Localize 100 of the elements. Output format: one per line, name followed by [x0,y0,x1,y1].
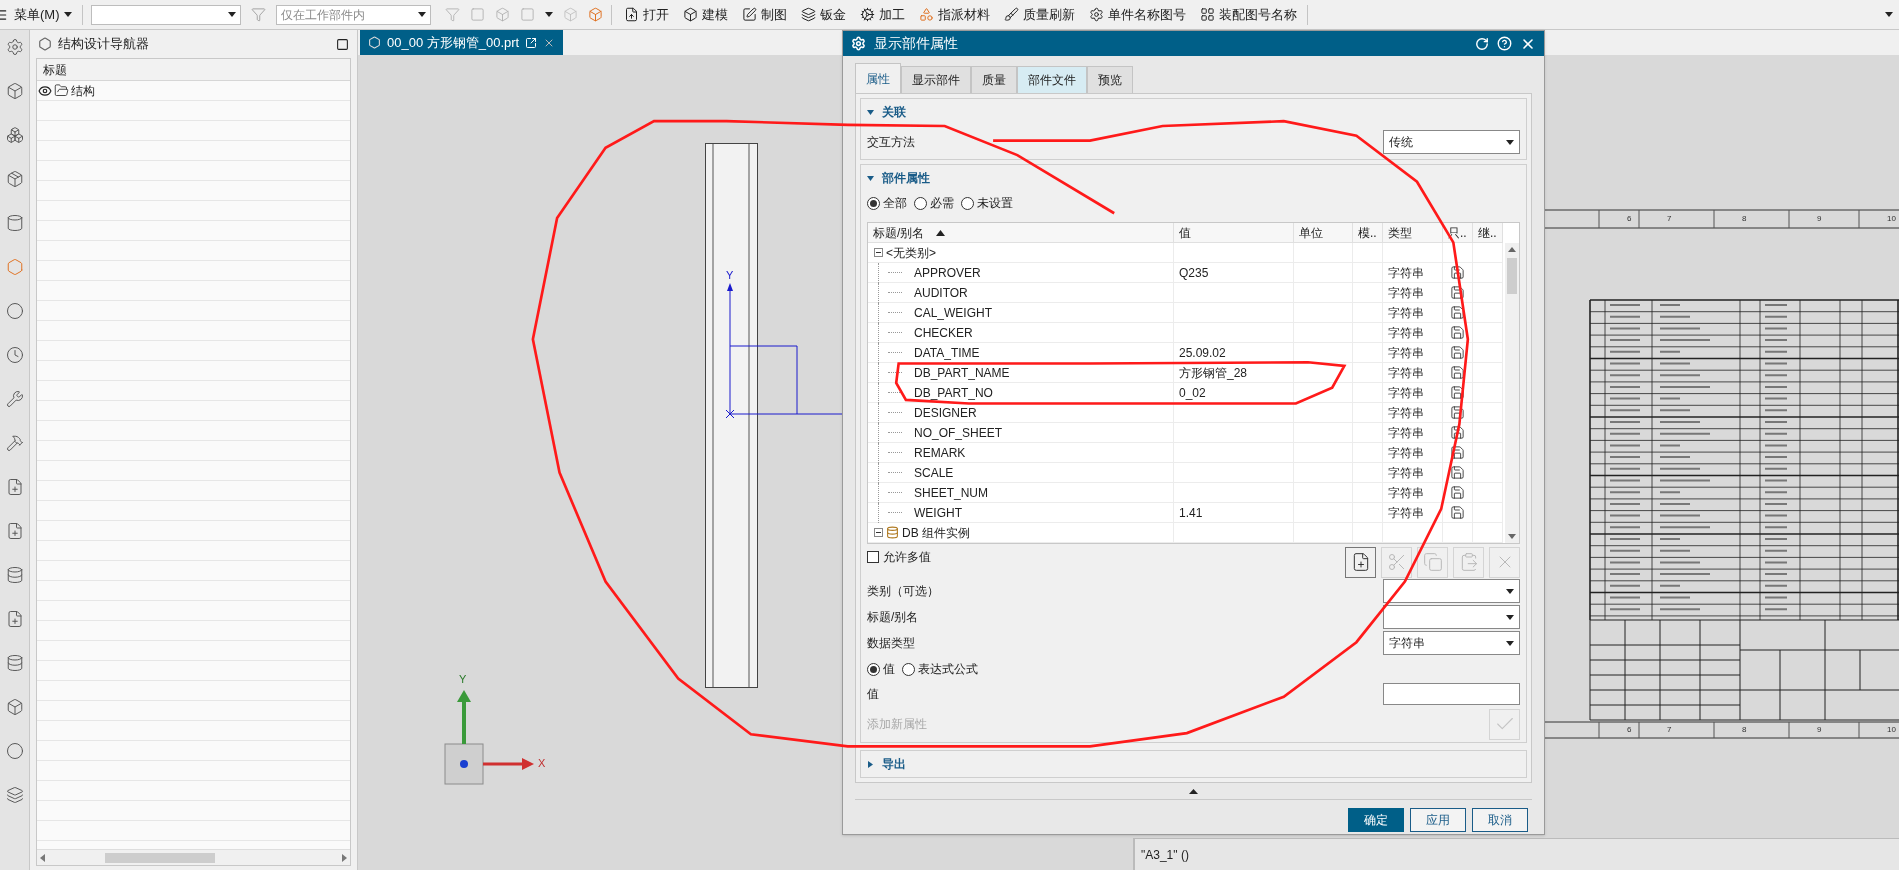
toolbar-button[interactable]: 单件名称图号 [1084,2,1190,27]
database-icon[interactable] [5,654,24,672]
radio-button[interactable] [867,662,880,676]
dropdown[interactable] [1383,579,1520,603]
group-label[interactable]: <无类别> [886,243,936,262]
maximize-icon[interactable] [336,37,349,51]
layers-icon[interactable] [5,786,24,804]
dialog-tab[interactable]: 质量 [971,66,1017,93]
cylinder-icon[interactable] [5,214,24,232]
column-header[interactable]: 类型 [1383,223,1443,243]
radio-button[interactable] [867,196,880,210]
reset-icon[interactable] [1475,36,1489,51]
layers-icon [800,7,816,22]
add-attribute-label: 添加新属性 [867,716,927,733]
dialog-button[interactable]: 确定 [1348,808,1404,832]
attribute-name[interactable]: REMARK [914,443,966,462]
file-plus-icon[interactable] [5,522,24,540]
column-header[interactable]: 继.. [1473,223,1503,243]
toolbar-button[interactable]: 指派材料 [914,2,994,27]
attribute-name[interactable]: AUDITOR [914,283,968,302]
toolbar-button[interactable]: 质量刷新 [999,2,1079,27]
toolbar-button[interactable]: 装配图号名称 [1195,2,1301,27]
column-header[interactable]: 值 [1174,223,1294,243]
dialog-button[interactable]: 取消 [1472,808,1528,832]
file-plus-icon[interactable] [5,478,24,496]
radio-label[interactable]: 全部 [883,194,907,212]
section-title[interactable]: 导出 [882,755,906,773]
attribute-name[interactable]: NO_OF_SHEET [914,423,1003,442]
dialog-tab[interactable]: 属性 [855,63,901,93]
toolbar-button[interactable]: 制图 [737,2,791,27]
floppy-icon [1450,505,1465,520]
cube-icon[interactable] [587,7,603,22]
circle-icon[interactable] [5,302,24,320]
dropdown[interactable] [1383,605,1520,629]
checkbox[interactable] [867,551,879,563]
circle-icon[interactable] [5,742,24,760]
radio-button[interactable] [914,196,927,210]
attribute-name[interactable]: DB_PART_NAME [914,363,1010,382]
toolbar-button[interactable]: 加工 [855,2,909,27]
attribute-name[interactable]: DESIGNER [914,403,977,422]
dialog-button[interactable]: 应用 [1410,808,1466,832]
wrench-icon[interactable] [5,390,24,408]
section-title[interactable]: 关联 [882,103,906,121]
settings-icon[interactable] [5,38,24,56]
boxes-icon[interactable] [5,126,24,144]
document-tab[interactable]: 00_00 方形钢管_00.prt [360,30,564,55]
dialog-tab[interactable]: 部件文件 [1017,66,1087,93]
collapse-icon[interactable] [874,528,883,537]
cube-icon[interactable] [5,698,24,716]
database-icon [886,526,899,539]
radio-button[interactable] [961,196,974,210]
collapse-icon[interactable] [867,108,874,116]
group-label[interactable]: DB 组件实例 [902,523,970,542]
menu-button[interactable]: 菜单(M) [12,2,74,27]
vertical-scrollbar[interactable] [1505,243,1519,543]
new-file-button[interactable] [1345,546,1376,578]
column-header[interactable]: 标题 [43,60,67,79]
radio-label[interactable]: 值 [883,660,895,678]
database-icon[interactable] [5,566,24,584]
attribute-name[interactable]: DATA_TIME [914,343,980,362]
attribute-name[interactable]: SCALE [914,463,954,482]
dialog-tab[interactable]: 显示部件 [901,66,971,93]
attribute-name[interactable]: DB_PART_NO [914,383,993,402]
radio-label[interactable]: 必需 [930,194,954,212]
scope-dropdown[interactable]: 仅在工作部件内 [275,4,431,25]
attribute-value: Q235 [1179,264,1209,282]
column-header[interactable]: 标题/别名 [868,223,1174,243]
toolbar-button[interactable]: 钣金 [796,2,850,27]
toolbar-button[interactable]: 建模 [678,2,732,27]
collapse-icon[interactable] [1189,788,1198,794]
column-header[interactable]: 单位 [1294,223,1353,243]
attribute-name[interactable]: CHECKER [914,323,973,342]
clock-icon[interactable] [5,346,24,364]
dialog-tab[interactable]: 预览 [1087,66,1133,93]
dropdown[interactable]: 字符串 [1383,631,1520,655]
checkbox-label[interactable]: 允许多值 [883,548,931,566]
radio-button[interactable] [902,662,915,676]
toolbar-button[interactable]: 打开 [619,2,673,27]
column-header[interactable]: 模.. [1353,223,1383,243]
interaction-dropdown[interactable]: 传统 [1383,130,1520,154]
attribute-name[interactable]: CAL_WEIGHT [914,303,992,322]
collapse-icon[interactable] [867,174,874,182]
section-title[interactable]: 部件属性 [882,169,930,187]
horizontal-scrollbar[interactable] [37,849,350,865]
attribute-name[interactable]: WEIGHT [914,503,962,522]
radio-label[interactable]: 表达式公式 [918,660,978,678]
caret-icon [544,12,553,17]
help-icon[interactable] [1497,36,1512,51]
expand-icon[interactable] [867,760,874,768]
file-plus-icon[interactable] [5,610,24,628]
attribute-name[interactable]: APPROVER [914,263,981,282]
attribute-name[interactable]: SHEET_NUM [914,483,988,502]
eye-icon[interactable] [38,83,52,98]
value-input[interactable] [1383,683,1520,705]
radio-label[interactable]: 未设置 [977,194,1013,212]
collapse-icon[interactable] [874,248,883,257]
cube-icon[interactable] [5,82,24,100]
hammer-icon[interactable] [5,434,24,452]
popout-icon[interactable] [525,36,538,49]
package-icon[interactable] [5,170,24,188]
